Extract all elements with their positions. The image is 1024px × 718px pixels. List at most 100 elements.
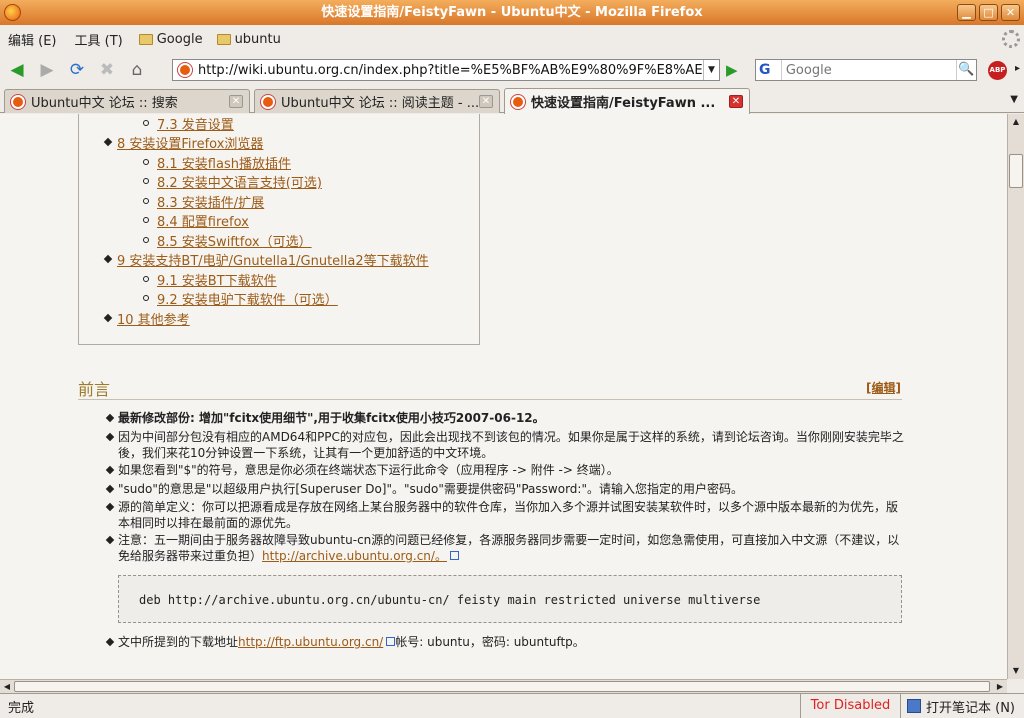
scroll-left-icon[interactable]: ◀ [1,681,13,693]
list-item: 如果您看到"$"的符号，意思是你必须在终端状态下运行此命令（应用程序 -> 附件… [105,462,908,478]
bullet-icon [143,276,149,282]
tab-close-icon[interactable]: ✕ [479,95,493,108]
bullet-icon [143,237,149,243]
tor-status-button[interactable]: Tor Disabled [800,694,900,718]
ubuntu-favicon-icon [261,94,275,109]
forward-button[interactable]: ▶ [36,59,58,81]
close-button[interactable]: ✕ [1001,4,1020,21]
bullet-icon [105,535,115,545]
url-dropdown-icon[interactable]: ▼ [703,60,719,80]
code-block: deb http://archive.ubuntu.org.cn/ubuntu-… [118,575,902,623]
bullet-icon [143,217,149,223]
throbber-icon [1002,30,1020,48]
toc-item[interactable]: 8.4 配置firefox [157,211,249,230]
scroll-up-icon[interactable]: ▲ [1010,116,1022,128]
reload-button[interactable]: ⟳ [66,59,88,81]
tab-quick-setup[interactable]: 快速设置指南/FeistyFawn ... ✕ [504,88,750,114]
bullet-icon [105,432,115,442]
navigation-toolbar: ◀ ▶ ⟳ ✖ ⌂ http://wiki.ubuntu.org.cn/inde… [0,53,1024,87]
page-content: 7.3 发音设置 8 安装设置Firefox浏览器 8.1 安装flash播放插件 8… [0,114,1007,679]
bullet-icon [143,295,149,301]
toc-item[interactable]: 7.3 发音设置 [157,114,234,133]
bullet-icon [105,465,115,475]
vertical-scrollbar[interactable]: ▲ ▼ [1007,114,1024,679]
ubuntu-favicon-icon [511,94,525,109]
notebook-button[interactable]: 打开笔记本 (N) [900,694,1024,718]
tab-close-icon[interactable]: ✕ [729,95,743,108]
toc-item[interactable]: 8.5 安装Swiftfox（可选） [157,231,312,250]
section-title: 前言 [78,380,111,399]
folder-icon [138,33,153,45]
go-button[interactable]: ▶ [726,61,744,79]
firefox-icon [4,4,21,21]
back-button[interactable]: ◀ [6,59,28,81]
search-input[interactable] [781,62,956,78]
list-item: 最新修改部份: 增加"fcitx使用细节",用于收集fcitx使用小技巧2007… [105,410,908,426]
list-item: 文中所提到的下载地址http://ftp.ubuntu.org.cn/帐号: u… [105,634,908,650]
stop-button[interactable]: ✖ [96,59,118,81]
bullet-icon [103,254,113,264]
scroll-right-icon[interactable]: ▶ [994,681,1006,693]
toc-item[interactable]: 10 其他参考 [117,309,190,328]
notebook-icon [907,699,921,713]
list-item: "sudo"的意思是"以超级用户执行[Superuser Do]"。"sudo"… [105,481,908,497]
ftp-link[interactable]: http://ftp.ubuntu.org.cn/ [238,635,383,649]
toc-item[interactable]: 8.3 安装插件/扩展 [157,192,264,211]
external-link-icon [449,551,459,560]
minimize-button[interactable]: ▁ [957,4,976,21]
toc-item[interactable]: 8 安装设置Firefox浏览器 [117,133,263,152]
list-item: 注意：五一期间由于服务器故障导致ubuntu-cn源的问题已经修复，各源服务器同… [105,532,908,564]
toc-item[interactable]: 8.1 安装flash播放插件 [157,153,291,172]
bullet-icon [103,137,113,147]
bullet-icon [143,198,149,204]
window-titlebar: 快速设置指南/FeistyFawn - Ubuntu中文 - Mozilla F… [0,0,1024,25]
toc-item[interactable]: 9.2 安装电驴下载软件（可选） [157,289,338,308]
tab-close-icon[interactable]: ✕ [229,95,243,108]
archive-link[interactable]: http://archive.ubuntu.org.cn/。 [262,549,447,563]
bullet-icon [105,413,115,423]
toc-item[interactable]: 9 安装支持BT/电驴/Gnutella1/Gnutella2等下载软件 [117,250,429,269]
section-edit-link[interactable]: [编辑] [866,379,901,396]
maximize-button[interactable]: □ [979,4,998,21]
tab-search[interactable]: Ubuntu中文 论坛 :: 搜索 ✕ [4,89,250,113]
scroll-down-icon[interactable]: ▼ [1010,665,1022,677]
menu-edit[interactable]: 编辑 (E) [6,28,59,51]
menubar: 编辑 (E) 工具 (T) Google ubuntu [0,25,1024,53]
bookmark-google[interactable]: Google [138,32,203,47]
list-item: 源的简单定义：你可以把源看成是存放在网络上某台服务器中的软件仓库，当你加入多个源… [105,499,908,531]
url-bar[interactable]: http://wiki.ubuntu.org.cn/index.php?titl… [172,59,720,81]
toc-item[interactable]: 9.1 安装BT下载软件 [157,270,277,289]
bullet-icon [105,637,115,647]
table-of-contents: 7.3 发音设置 8 安装设置Firefox浏览器 8.1 安装flash播放插件 8… [78,114,480,345]
status-text: 完成 [8,700,35,716]
toc-item[interactable]: 8.2 安装中文语言支持(可选) [157,172,322,191]
window-title: 快速设置指南/FeistyFawn - Ubuntu中文 - Mozilla F… [321,5,703,20]
search-button[interactable]: 🔍 [955,60,976,80]
menu-tools[interactable]: 工具 (T) [73,28,125,51]
bullet-icon [143,159,149,165]
tab-read-topic[interactable]: Ubuntu中文 论坛 :: 阅读主题 - ... ✕ [254,89,500,113]
bullet-icon [143,178,149,184]
bullet-icon [103,313,113,323]
adblock-icon[interactable]: ABP [988,61,1007,80]
site-favicon-icon [178,63,192,77]
bullet-icon [105,502,115,512]
vertical-scroll-thumb[interactable] [1009,154,1023,188]
section-divider [78,399,902,400]
external-link-icon [386,637,396,646]
url-input[interactable]: http://wiki.ubuntu.org.cn/index.php?titl… [198,63,703,78]
tab-bar: Ubuntu中文 论坛 :: 搜索 ✕ Ubuntu中文 论坛 :: 阅读主题 … [0,87,1024,114]
bullet-icon [143,120,149,126]
folder-icon [216,33,231,45]
horizontal-scrollbar[interactable]: ◀ ▶ [0,679,1007,693]
home-button[interactable]: ⌂ [126,59,148,81]
list-item: 因为中间部分包没有相应的AMD64和PPC的对应包，因此会出现找不到该包的情况。… [105,429,908,461]
search-bar[interactable]: G 🔍 [755,59,977,81]
tab-list-icon[interactable]: ▼ [1010,94,1018,105]
search-engine-icon[interactable]: G [756,60,782,80]
toolbar-overflow-icon[interactable]: ▸ [1015,63,1020,74]
bookmark-ubuntu[interactable]: ubuntu [216,32,281,47]
bullet-icon [105,484,115,494]
ubuntu-favicon-icon [11,94,25,109]
horizontal-scroll-thumb[interactable] [14,681,990,692]
